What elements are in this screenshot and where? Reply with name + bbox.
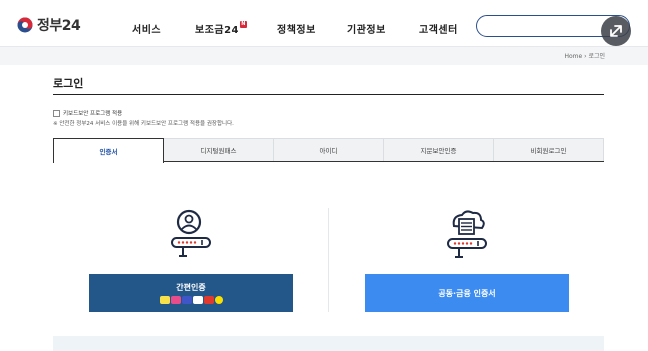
tab-id[interactable]: 아이디 — [274, 138, 384, 161]
kakaotalk-icon — [214, 296, 223, 304]
nav-services[interactable]: 서비스 — [132, 21, 161, 36]
logo-text: 정부24 — [37, 18, 81, 34]
joint-financial-cert-button[interactable]: 공동·금융 인증서 — [365, 274, 569, 312]
keyboard-security-option[interactable]: 키보드보안 프로그램 적용 — [53, 109, 122, 117]
title-divider — [53, 94, 604, 95]
keyboard-security-note: ※ 안전한 정부24 서비스 이용을 위해 키보드보안 프로그램 적용을 권장합… — [53, 121, 234, 127]
nav-agency[interactable]: 기관정보 — [347, 21, 386, 36]
user-password-icon — [171, 209, 211, 257]
tab-fingerprint[interactable]: 지문보안인증 — [384, 138, 494, 161]
simple-auth-illustration — [168, 208, 214, 262]
cloud-certificate-icon — [447, 210, 487, 258]
naver-icon — [181, 296, 192, 304]
taeguk-logo-icon — [17, 17, 33, 33]
simple-auth-label: 간편인증 — [176, 283, 206, 292]
search-button[interactable] — [601, 16, 631, 46]
simple-auth-app-icons — [159, 296, 223, 304]
breadcrumb: Home › 로그인 — [564, 51, 605, 60]
joint-cert-illustration — [444, 208, 490, 262]
keyboard-security-checkbox[interactable] — [53, 109, 60, 117]
page-title: 로그인 — [53, 77, 84, 90]
tab-certificate[interactable]: 인증서 — [53, 138, 164, 163]
nav-customer-center[interactable]: 고객센터 — [419, 21, 458, 36]
nav-policy[interactable]: 정책정보 — [277, 21, 316, 36]
logo[interactable]: 정부24 — [17, 15, 81, 35]
login-method-tabs: 인증서 디지털원패스 아이디 지문보안인증 비회원로그인 — [53, 138, 604, 163]
sub-bar — [0, 47, 648, 65]
nav-subsidy-label: 보조금24 — [195, 25, 240, 36]
tab-guest-login[interactable]: 비회원로그인 — [494, 138, 604, 161]
new-badge: N — [240, 21, 248, 28]
breadcrumb-current: 로그인 — [588, 53, 605, 60]
bottom-info-strip — [53, 336, 604, 351]
pass-icon — [170, 296, 181, 304]
toss-icon — [192, 296, 203, 304]
options-divider — [328, 208, 329, 312]
keyboard-security-label: 키보드보안 프로그램 적용 — [63, 111, 123, 117]
breadcrumb-separator: › — [584, 53, 587, 60]
nav-subsidy[interactable]: 보조금24N — [195, 21, 248, 36]
simple-auth-button[interactable]: 간편인증 — [89, 274, 293, 312]
tab-digital-onepass[interactable]: 디지털원패스 — [164, 138, 274, 161]
kakao-pay-icon — [159, 296, 170, 304]
expand-arrows-icon — [610, 25, 622, 37]
payco-icon — [203, 296, 214, 304]
breadcrumb-home[interactable]: Home — [564, 53, 582, 60]
joint-cert-label: 공동·금융 인증서 — [438, 288, 496, 298]
